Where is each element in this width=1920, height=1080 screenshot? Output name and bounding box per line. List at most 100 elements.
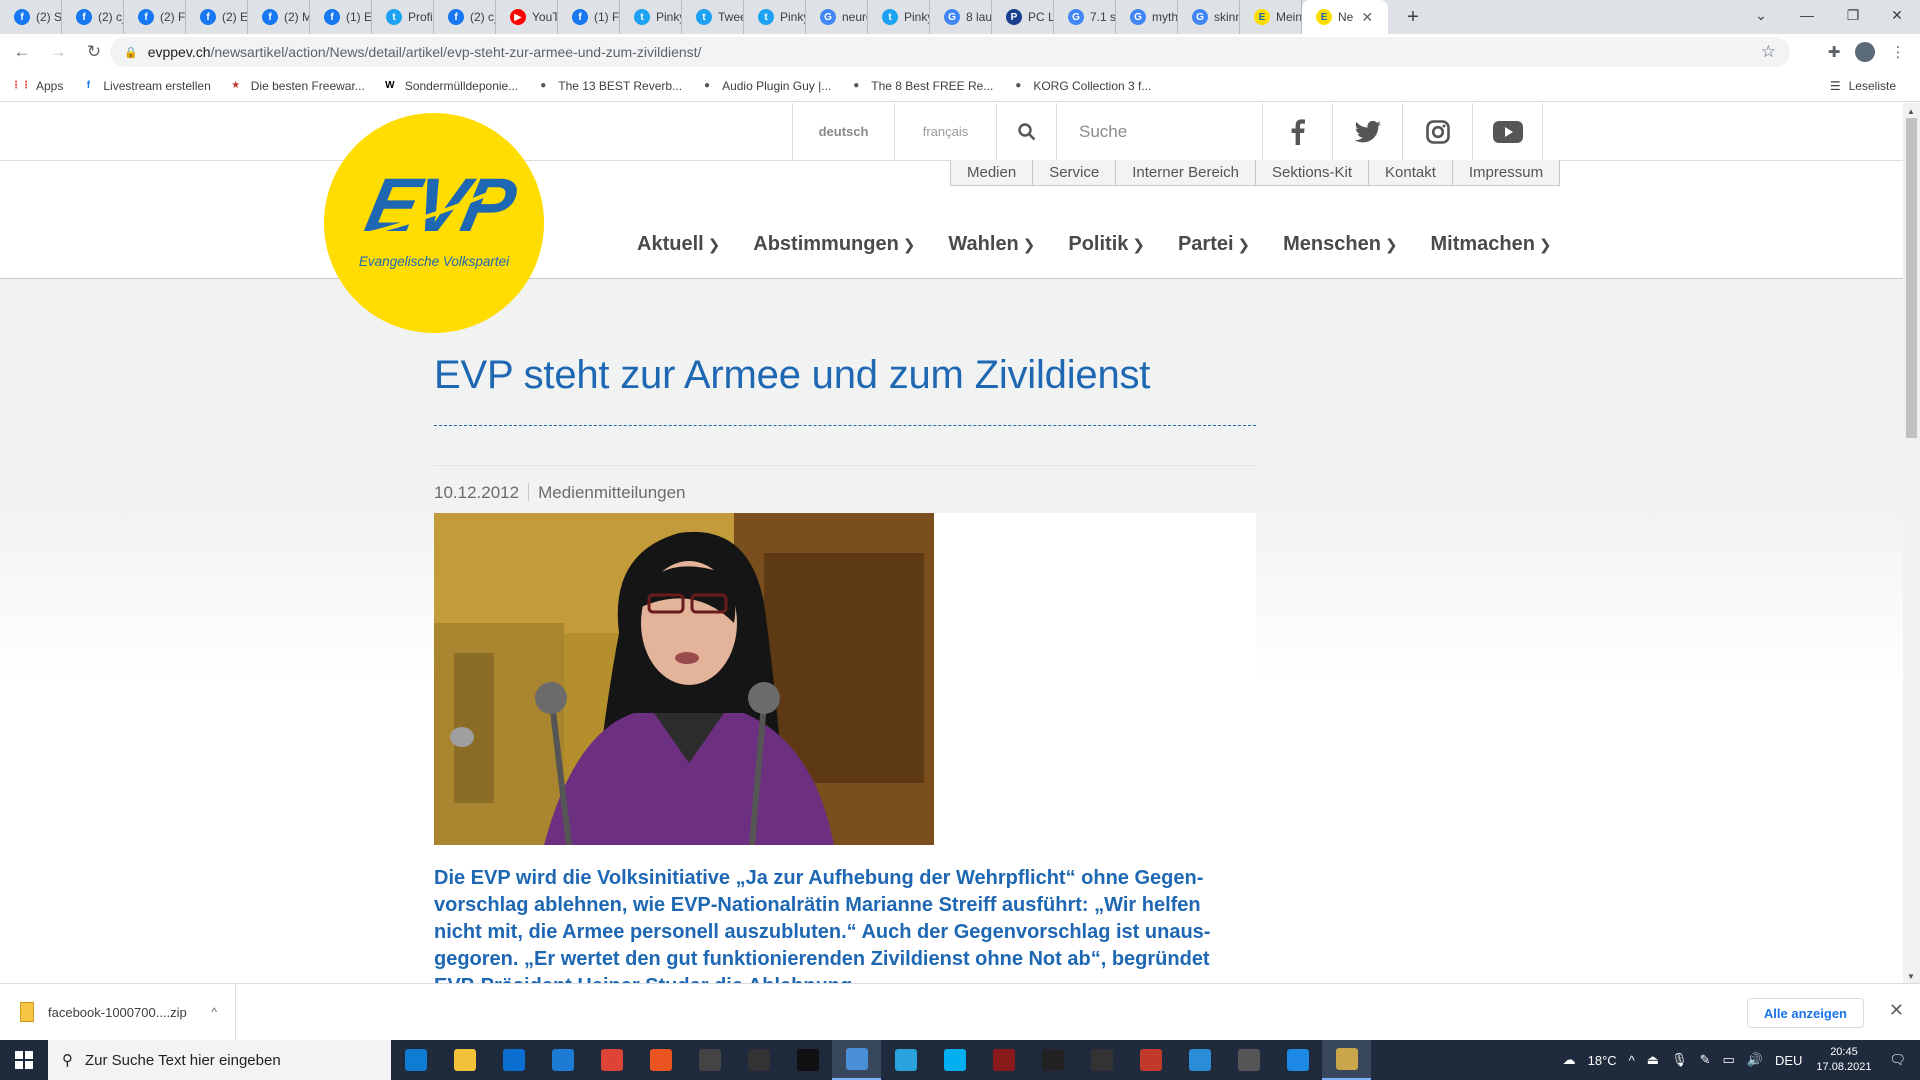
windows-start-button[interactable]: [0, 1040, 48, 1080]
bookmark-item[interactable]: ⋮⋮ Apps: [11, 79, 63, 93]
profile-avatar[interactable]: [1851, 38, 1879, 66]
temperature[interactable]: 18°C: [1588, 1053, 1617, 1068]
notification-icon[interactable]: 🗨: [1889, 1052, 1906, 1068]
browser-tab[interactable]: f (1) Ein: [310, 0, 372, 34]
back-button[interactable]: ←: [8, 38, 36, 66]
clock[interactable]: 20:45 17.08.2021: [1816, 1045, 1871, 1075]
bookmark-item[interactable]: ● The 8 Best FREE Re...: [849, 79, 993, 93]
forward-button[interactable]: →: [44, 38, 72, 66]
usb-icon[interactable]: ⏏: [1647, 1052, 1659, 1068]
chevron-up-icon[interactable]: ^: [1629, 1053, 1635, 1068]
browser-tab[interactable]: Gskinne: [1178, 0, 1240, 34]
taskbar-app[interactable]: [832, 1040, 881, 1080]
browser-tab[interactable]: t Profile: [372, 0, 434, 34]
taskbar-search[interactable]: ⚲ Zur Suche Text hier eingeben: [48, 1040, 391, 1080]
taskbar-app[interactable]: [489, 1040, 538, 1080]
browser-tab[interactable]: t Tweet: [682, 0, 744, 34]
taskbar-app[interactable]: [685, 1040, 734, 1080]
search-icon[interactable]: [997, 103, 1057, 160]
restore-button[interactable]: ❐: [1830, 0, 1876, 30]
taskbar-app[interactable]: [881, 1040, 930, 1080]
taskbar-app[interactable]: [1175, 1040, 1224, 1080]
browser-tab[interactable]: t PinkyD: [620, 0, 682, 34]
taskbar-app[interactable]: [1028, 1040, 1077, 1080]
taskbar-app[interactable]: [391, 1040, 440, 1080]
service-link[interactable]: Medien: [951, 160, 1034, 185]
browser-tab[interactable]: f (2) Sur: [0, 0, 62, 34]
close-window-button[interactable]: ✕: [1874, 0, 1920, 30]
taskbar-app[interactable]: [587, 1040, 636, 1080]
nav-item[interactable]: Mitmachen ❯: [1431, 233, 1552, 256]
nav-item[interactable]: Aktuell ❯: [637, 233, 720, 256]
browser-tab[interactable]: G 8 laut: [930, 0, 992, 34]
nav-item[interactable]: Menschen ❯: [1283, 233, 1397, 256]
browser-tab[interactable]: t PinkyD: [868, 0, 930, 34]
scroll-thumb[interactable]: [1906, 118, 1917, 438]
browser-tab[interactable]: f (2) c_4: [434, 0, 496, 34]
evp-logo[interactable]: EVP Evangelische Volkspartei: [324, 113, 544, 333]
taskbar-app[interactable]: [734, 1040, 783, 1080]
taskbar-app[interactable]: [440, 1040, 489, 1080]
menu-icon[interactable]: ⋮: [1884, 38, 1912, 66]
browser-tab[interactable]: f (2) c_4: [62, 0, 124, 34]
bookmark-item[interactable]: ● The 13 BEST Reverb...: [536, 79, 682, 93]
bookmark-item[interactable]: W Sondermülldeponie...: [383, 79, 518, 93]
extensions-icon[interactable]: ✚: [1820, 38, 1848, 66]
network-icon[interactable]: ▭: [1722, 1052, 1734, 1068]
download-item[interactable]: facebook-1000700....zip ^: [0, 984, 236, 1040]
keyboard-language[interactable]: DEU: [1775, 1053, 1802, 1068]
instagram-icon[interactable]: [1403, 103, 1473, 160]
browser-tab[interactable]: ▶ YouTu: [496, 0, 558, 34]
service-link[interactable]: Interner Bereich: [1116, 160, 1256, 185]
reading-list-button[interactable]: ☰ Leseliste: [1830, 79, 1896, 93]
youtube-icon[interactable]: [1473, 103, 1543, 160]
browser-tab[interactable]: G 7.1 so: [1054, 0, 1116, 34]
reload-button[interactable]: ↻: [80, 38, 108, 66]
address-bar[interactable]: 🔒 evppev.ch/newsartikel/action/News/deta…: [110, 37, 1790, 67]
bookmark-item[interactable]: f Livestream erstellen: [81, 79, 211, 93]
bookmark-item[interactable]: ● Audio Plugin Guy |...: [700, 79, 831, 93]
new-tab-button[interactable]: +: [1398, 0, 1428, 34]
browser-tab[interactable]: E Ne ✕: [1302, 0, 1388, 34]
browser-tab[interactable]: f (2) Fac: [124, 0, 186, 34]
nav-item[interactable]: Partei ❯: [1178, 233, 1250, 256]
close-tab-icon[interactable]: ✕: [1361, 9, 1373, 26]
bookmark-star-icon[interactable]: ☆: [1761, 42, 1776, 62]
close-download-bar-icon[interactable]: ✕: [1889, 1000, 1904, 1021]
service-link[interactable]: Kontakt: [1369, 160, 1453, 185]
taskbar-app[interactable]: [1126, 1040, 1175, 1080]
nav-item[interactable]: Abstimmungen ❯: [753, 233, 915, 256]
browser-tab[interactable]: f (2) Ma: [248, 0, 310, 34]
taskbar-app[interactable]: [783, 1040, 832, 1080]
scroll-up-arrow[interactable]: ▲: [1907, 107, 1915, 116]
browser-tab[interactable]: f (2) Ein: [186, 0, 248, 34]
bookmark-item[interactable]: ★ Die besten Freewar...: [229, 79, 365, 93]
lang-francais[interactable]: français: [895, 103, 997, 160]
browser-tab[interactable]: E Meine: [1240, 0, 1302, 34]
browser-tab[interactable]: t PinkyD: [744, 0, 806, 34]
taskbar-app[interactable]: [538, 1040, 587, 1080]
page-scrollbar[interactable]: ▲ ▼: [1903, 103, 1920, 983]
taskbar-app[interactable]: [1077, 1040, 1126, 1080]
taskbar-app[interactable]: [1224, 1040, 1273, 1080]
weather-icon[interactable]: ☁: [1563, 1052, 1576, 1068]
microphone-icon[interactable]: 🎙: [1671, 1052, 1688, 1068]
nav-item[interactable]: Wahlen ❯: [948, 233, 1035, 256]
volume-icon[interactable]: 🔊: [1747, 1052, 1763, 1068]
minimize-button[interactable]: —: [1784, 0, 1830, 30]
bookmark-item[interactable]: ● KORG Collection 3 f...: [1011, 79, 1151, 93]
taskbar-app[interactable]: [930, 1040, 979, 1080]
taskbar-app[interactable]: [636, 1040, 685, 1080]
taskbar-app[interactable]: [1322, 1040, 1371, 1080]
nav-item[interactable]: Politik ❯: [1068, 233, 1145, 256]
site-search-input[interactable]: Suche: [1057, 103, 1263, 160]
browser-tab[interactable]: Gneuro: [806, 0, 868, 34]
browser-tab[interactable]: f (1) Fac: [558, 0, 620, 34]
browser-tab[interactable]: P PC Lau: [992, 0, 1054, 34]
scroll-down-arrow[interactable]: ▼: [1907, 972, 1915, 981]
twitter-icon[interactable]: [1333, 103, 1403, 160]
service-link[interactable]: Sektions-Kit: [1256, 160, 1370, 185]
chevron-up-icon[interactable]: ^: [211, 1005, 217, 1019]
pen-icon[interactable]: ✎: [1700, 1052, 1711, 1068]
show-all-downloads-button[interactable]: Alle anzeigen: [1746, 998, 1864, 1028]
